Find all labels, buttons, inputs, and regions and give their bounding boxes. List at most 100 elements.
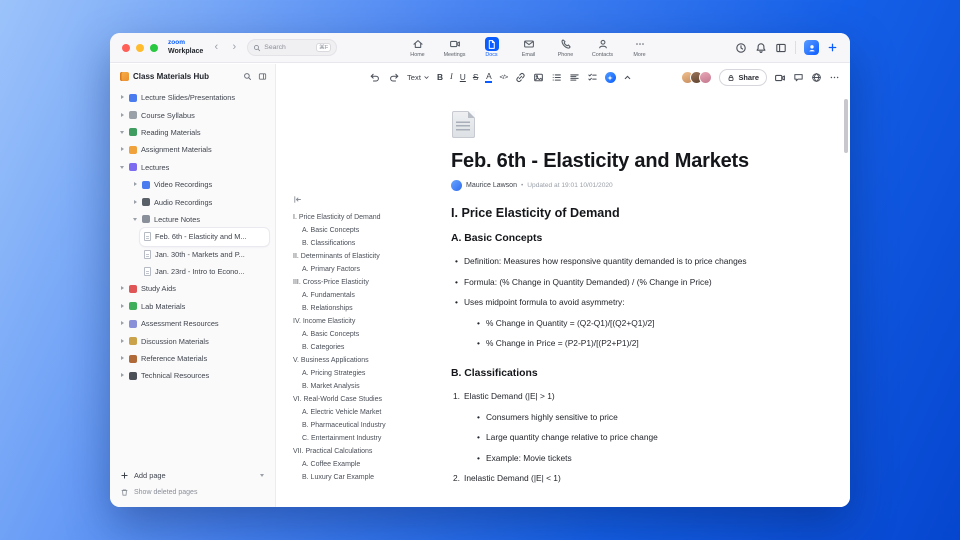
chevron-down-icon[interactable] xyxy=(133,217,138,222)
chevron-right-icon[interactable] xyxy=(120,373,125,378)
forward-button[interactable]: › xyxy=(229,42,239,53)
clock-icon[interactable] xyxy=(735,42,747,54)
bullet-list-icon[interactable] xyxy=(551,72,562,83)
sidebar-item-lecture-notes[interactable]: Lecture Notes xyxy=(129,211,269,228)
bold-button[interactable]: B xyxy=(437,73,443,82)
chevron-right-icon[interactable] xyxy=(133,182,138,187)
chevron-right-icon[interactable] xyxy=(133,199,138,205)
outline-item[interactable]: B. Pharmaceutical Industry xyxy=(293,419,445,432)
outline-item[interactable]: A. Primary Factors xyxy=(293,263,445,276)
outline-item[interactable]: VI. Real-World Case Studies xyxy=(293,393,445,406)
close-button[interactable] xyxy=(122,43,130,52)
sidebar-item-study-aids[interactable]: Study Aids xyxy=(116,280,269,297)
collaborator-avatars[interactable] xyxy=(681,71,713,84)
redo-icon[interactable] xyxy=(388,72,400,83)
tab-more[interactable]: More xyxy=(624,37,655,58)
search-input[interactable]: Search ⌘F xyxy=(247,39,338,56)
collapse-toolbar-icon[interactable] xyxy=(623,73,632,82)
sidebar-search-icon[interactable] xyxy=(243,72,252,81)
minimize-button[interactable] xyxy=(136,43,144,52)
notifications-bell-icon[interactable] xyxy=(755,42,767,54)
outline-item[interactable]: A. Coffee Example xyxy=(293,458,445,471)
chevron-right-icon[interactable] xyxy=(120,321,125,326)
outline-item[interactable]: C. Entertainment Industry xyxy=(293,432,445,445)
chevron-down-icon[interactable] xyxy=(120,130,125,135)
sidebar-item-audio-recordings[interactable]: Audio Recordings xyxy=(129,193,269,210)
text-style-dropdown[interactable]: Text xyxy=(407,73,430,82)
maximize-button[interactable] xyxy=(150,43,158,52)
tab-meetings[interactable]: Meetings xyxy=(439,37,470,58)
chevron-down-icon[interactable] xyxy=(120,165,125,170)
chevron-right-icon[interactable] xyxy=(120,112,125,118)
sidebar-item-video-recordings[interactable]: Video Recordings xyxy=(129,176,269,193)
outline-item[interactable]: B. Classifications xyxy=(293,237,445,250)
chevron-down-icon[interactable] xyxy=(260,473,265,478)
share-button[interactable]: Share xyxy=(719,69,767,86)
sidebar-item-assignment-materials[interactable]: Assignment Materials xyxy=(116,141,269,158)
outline-item[interactable]: A. Electric Vehicle Market xyxy=(293,406,445,419)
chevron-right-icon[interactable] xyxy=(120,147,125,152)
sidebar-item-jan-23rd[interactable]: Jan. 23rd - Intro to Econo... xyxy=(140,263,269,280)
expand-panel-icon[interactable] xyxy=(258,72,267,81)
doc-title[interactable]: Feb. 6th - Elasticity and Markets xyxy=(451,150,797,173)
align-left-icon[interactable] xyxy=(569,72,580,83)
comment-icon[interactable] xyxy=(793,72,804,83)
sidebar-item-jan-30th[interactable]: Jan. 30th - Markets and P... xyxy=(140,246,269,263)
code-button[interactable]: </> xyxy=(499,74,508,81)
outline-item[interactable]: IV. Income Elasticity xyxy=(293,315,445,328)
more-options-icon[interactable] xyxy=(829,72,840,83)
sidebar-item-technical-resources[interactable]: Technical Resources xyxy=(116,367,269,384)
outline-item[interactable]: B. Categories xyxy=(293,341,445,354)
link-icon[interactable] xyxy=(515,72,526,83)
outline-item[interactable]: II. Determinants of Elasticity xyxy=(293,250,445,263)
outline-item[interactable]: III. Cross-Price Elasticity xyxy=(293,276,445,289)
tab-contacts[interactable]: Contacts xyxy=(587,37,618,58)
outline-item[interactable]: A. Basic Concepts xyxy=(293,328,445,341)
add-button[interactable] xyxy=(827,42,838,53)
outline-item[interactable]: B. Market Analysis xyxy=(293,380,445,393)
outline-item[interactable]: V. Business Applications xyxy=(293,354,445,367)
text-color-button[interactable]: A xyxy=(485,72,493,83)
collapse-outline-icon[interactable] xyxy=(293,195,302,204)
checklist-icon[interactable] xyxy=(587,72,598,83)
chevron-right-icon[interactable] xyxy=(120,303,125,309)
tab-email[interactable]: Email xyxy=(513,37,544,58)
outline-item[interactable]: A. Pricing Strategies xyxy=(293,367,445,380)
tab-phone[interactable]: Phone xyxy=(550,37,581,58)
sidebar-item-discussion-materials[interactable]: Discussion Materials xyxy=(116,332,269,349)
outline-item[interactable]: B. Relationships xyxy=(293,302,445,315)
sidebar-item-course-syllabus[interactable]: Course Syllabus xyxy=(116,106,269,123)
ai-companion-button[interactable] xyxy=(604,72,616,83)
sidebar-item-feb-6th[interactable]: Feb. 6th - Elasticity and M... xyxy=(140,228,269,246)
chevron-right-icon[interactable] xyxy=(120,338,125,344)
scrollbar[interactable] xyxy=(844,99,848,153)
sidebar-item-lecture-slides[interactable]: Lecture Slides/Presentations xyxy=(116,89,269,106)
chevron-right-icon[interactable] xyxy=(120,95,125,100)
sidebar-item-reference-materials[interactable]: Reference Materials xyxy=(116,350,269,367)
chevron-right-icon[interactable] xyxy=(120,286,125,291)
sidebar-item-lectures[interactable]: Lectures xyxy=(116,159,269,176)
back-button[interactable]: ‹ xyxy=(211,42,221,53)
sidebar-item-reading-materials[interactable]: Reading Materials xyxy=(116,124,269,141)
outline-item[interactable]: A. Fundamentals xyxy=(293,289,445,302)
outline-item[interactable]: B. Luxury Car Example xyxy=(293,471,445,484)
outline-item[interactable]: VII. Practical Calculations xyxy=(293,445,445,458)
outline-item[interactable]: A. Basic Concepts xyxy=(293,224,445,237)
tab-docs[interactable]: Docs xyxy=(476,37,507,58)
undo-icon[interactable] xyxy=(369,72,381,83)
document-content[interactable]: Feb. 6th - Elasticity and Markets Mauric… xyxy=(451,111,797,494)
image-icon[interactable] xyxy=(533,72,544,83)
document-scroll-area[interactable]: I. Price Elasticity of Demand A. Basic C… xyxy=(277,91,850,507)
italic-button[interactable]: I xyxy=(450,72,453,81)
add-page-button[interactable]: Add page xyxy=(120,471,265,480)
chevron-right-icon[interactable] xyxy=(120,356,125,361)
panel-toggle-icon[interactable] xyxy=(775,42,787,54)
outline-item[interactable]: I. Price Elasticity of Demand xyxy=(293,211,445,224)
video-icon[interactable] xyxy=(774,72,786,84)
tab-home[interactable]: Home xyxy=(402,37,433,58)
underline-button[interactable]: U xyxy=(460,73,466,82)
profile-avatar[interactable] xyxy=(804,40,819,55)
strikethrough-button[interactable]: S xyxy=(473,73,479,82)
sidebar-item-lab-materials[interactable]: Lab Materials xyxy=(116,298,269,315)
language-globe-icon[interactable] xyxy=(811,72,822,83)
